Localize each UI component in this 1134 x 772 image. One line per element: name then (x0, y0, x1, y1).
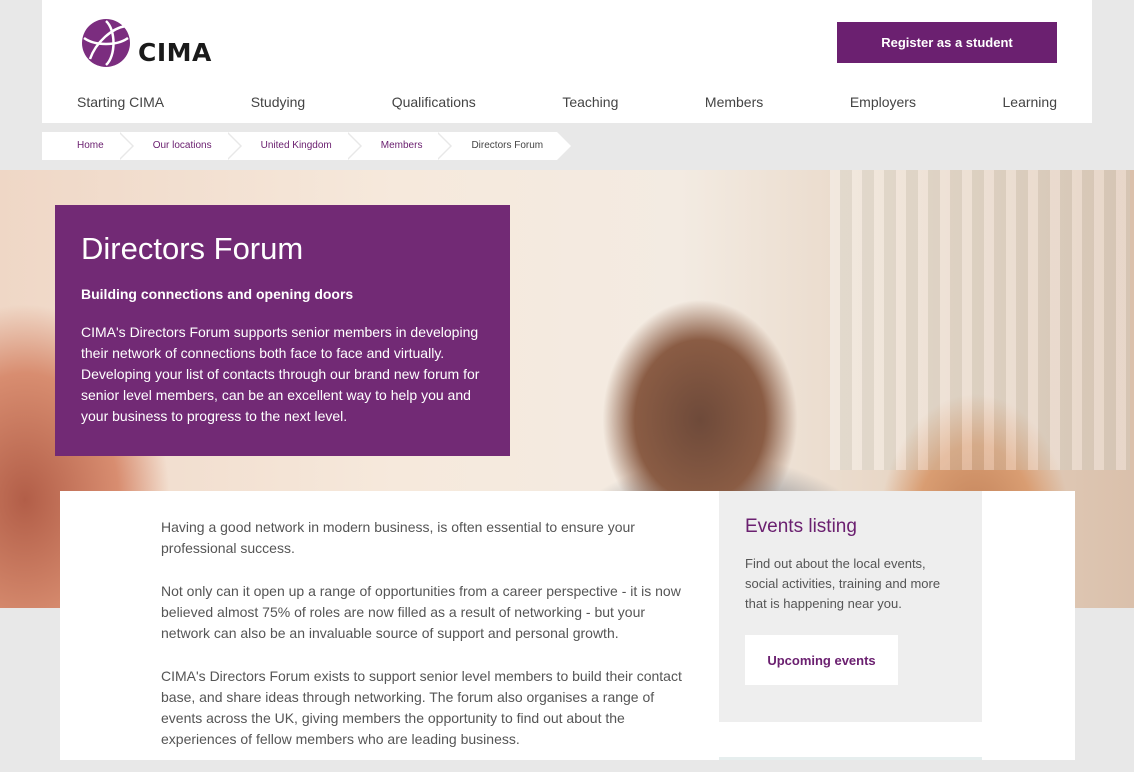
page-title: Directors Forum (81, 231, 304, 266)
site-header: CIMA Register as a student Starting CIMA… (42, 0, 1092, 123)
events-title: Events listing (745, 516, 857, 537)
logo-text: CIMA (138, 38, 212, 67)
main-paragraph-3: CIMA's Directors Forum exists to support… (161, 668, 682, 747)
main-nav: Starting CIMA Studying Qualifications Te… (77, 94, 1057, 114)
nav-item-qualifications[interactable]: Qualifications (392, 94, 476, 114)
breadcrumb: Home Our locations United Kingdom Member… (42, 132, 573, 160)
nav-item-members[interactable]: Members (705, 94, 763, 114)
cima-logo[interactable]: CIMA (80, 16, 215, 70)
nav-item-employers[interactable]: Employers (850, 94, 916, 114)
breadcrumb-our-locations[interactable]: Our locations (117, 132, 242, 160)
events-sidebar: Events listing Find out about the local … (719, 491, 982, 722)
main-paragraph-1: Having a good network in modern business… (161, 519, 635, 556)
main-content: Having a good network in modern business… (161, 517, 691, 772)
breadcrumb-directors-forum: Directors Forum (436, 132, 573, 160)
upcoming-events-button[interactable]: Upcoming events (745, 635, 898, 685)
main-paragraph-2: Not only can it open up a range of oppor… (161, 583, 681, 641)
nav-item-studying[interactable]: Studying (251, 94, 305, 114)
events-text: Find out about the local events, social … (745, 556, 941, 611)
breadcrumb-united-kingdom[interactable]: United Kingdom (225, 132, 362, 160)
nav-item-learning[interactable]: Learning (1003, 94, 1058, 114)
content-area: Having a good network in modern business… (60, 491, 1075, 760)
cima-logo-icon (82, 19, 130, 67)
hero-text: CIMA's Directors Forum supports senior m… (81, 324, 480, 424)
hero-panel: Directors Forum Building connections and… (55, 205, 510, 456)
register-student-button[interactable]: Register as a student (837, 22, 1057, 63)
nav-item-starting-cima[interactable]: Starting CIMA (77, 94, 164, 114)
nav-item-teaching[interactable]: Teaching (562, 94, 618, 114)
breadcrumb-home[interactable]: Home (42, 132, 134, 160)
hero-subtitle: Building connections and opening doors (81, 286, 354, 302)
hero-background-window (830, 170, 1130, 470)
